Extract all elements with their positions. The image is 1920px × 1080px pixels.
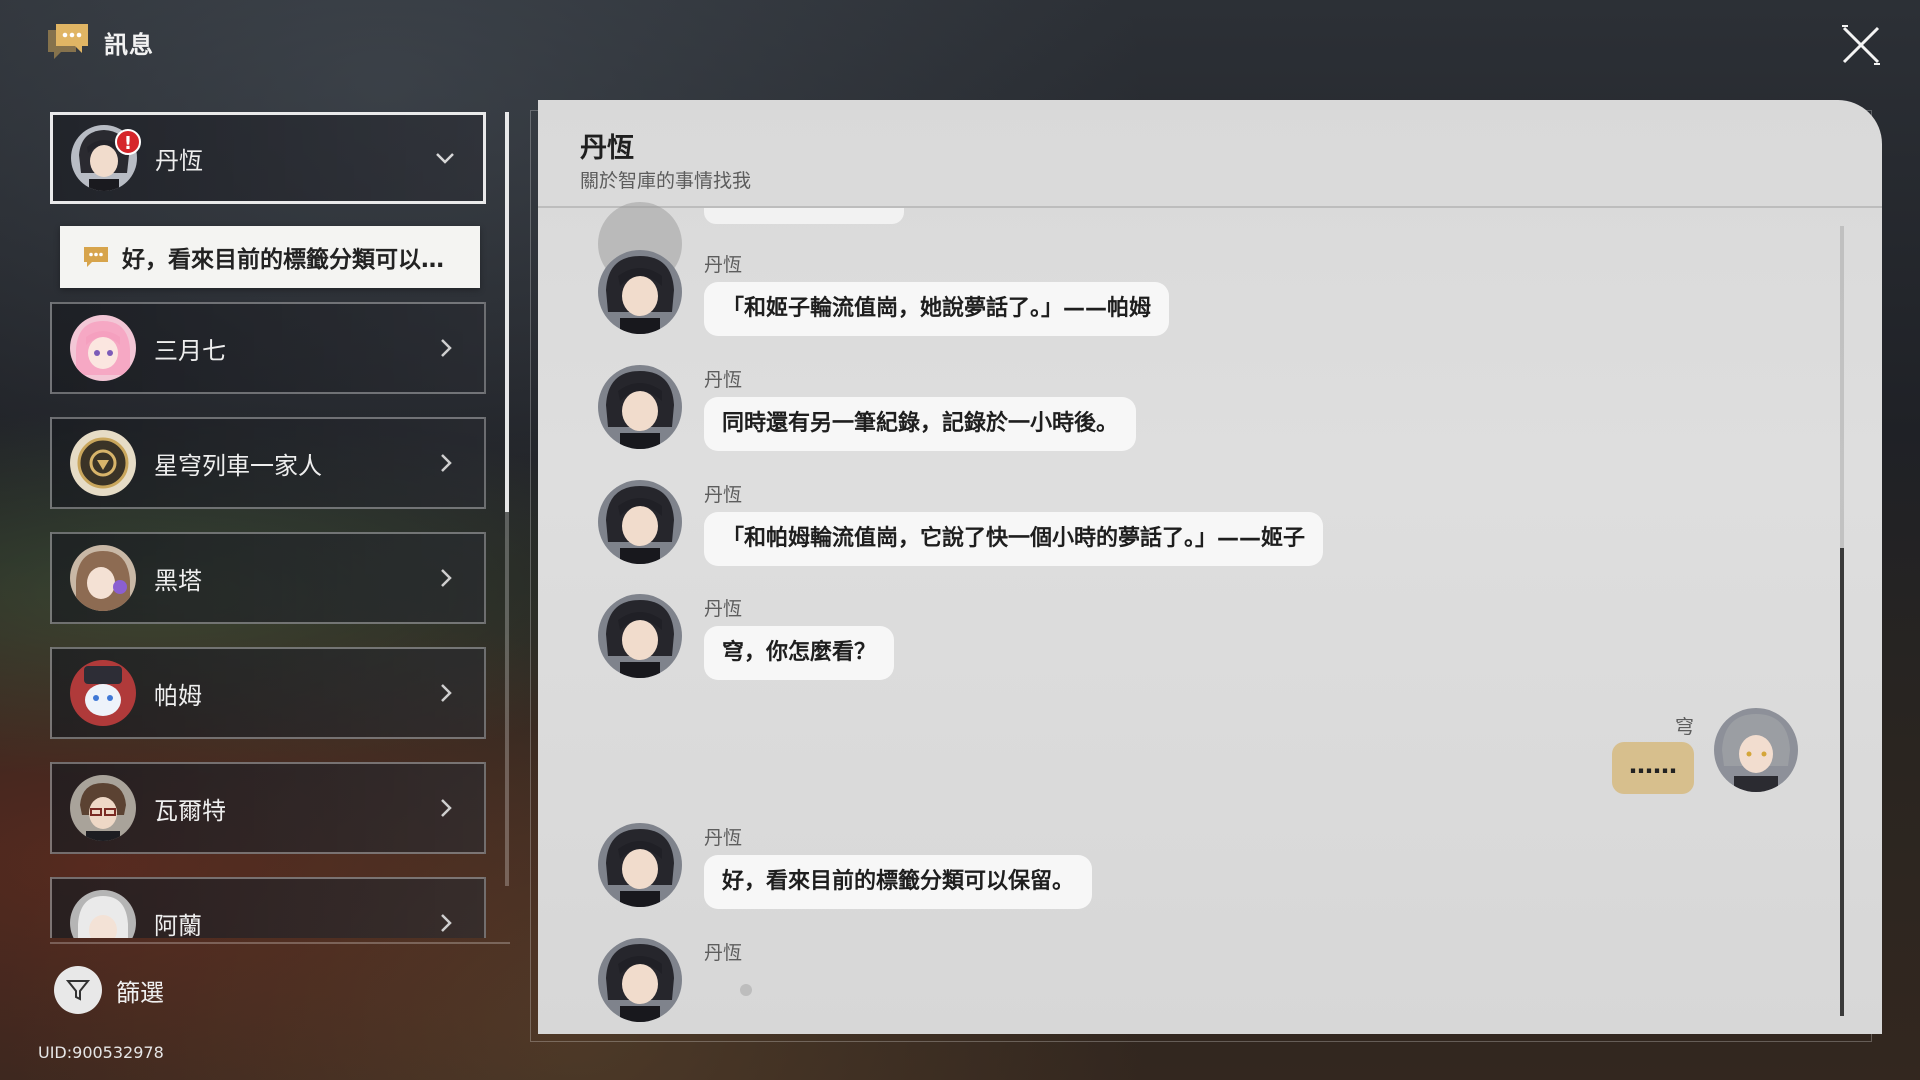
filter-button[interactable]: 篩選 <box>54 966 164 1014</box>
contact-name: 黑塔 <box>154 566 202 595</box>
contact-list[interactable]: ! 丹恆 好，看來目前的標籤分類可以… 三月七 星穹列車一家人 黑塔 帕姆 瓦爾… <box>50 112 490 938</box>
chat-bubble-icon <box>46 22 90 62</box>
chevron-right-icon <box>441 569 452 587</box>
sender-name: 丹恆 <box>704 369 743 391</box>
chevron-right-icon <box>441 684 452 702</box>
typing-indicator <box>740 984 752 996</box>
chat-panel[interactable]: 丹恆 關於智庫的事情找我 丹恆 「和姬子輪流值崗，她說夢話了。」——帕姆 丹恆 … <box>538 100 1882 1034</box>
avatar <box>598 250 682 334</box>
avatar <box>598 938 682 1022</box>
avatar <box>70 545 136 611</box>
contact-name: 星穹列車一家人 <box>154 451 322 480</box>
chevron-right-icon <box>441 454 452 472</box>
sender-name: 穹 <box>1674 716 1694 738</box>
messages-header: 訊息 <box>46 22 154 62</box>
sender-name: 丹恆 <box>704 827 743 849</box>
alert-badge: ! <box>115 129 141 155</box>
chevron-right-icon <box>441 799 452 817</box>
avatar <box>598 480 682 564</box>
close-button[interactable] <box>1840 24 1882 66</box>
filter-label: 篩選 <box>116 978 164 1007</box>
contact-name: 阿蘭 <box>154 911 202 939</box>
contact-item-march-7th[interactable]: 三月七 <box>50 302 486 394</box>
sender-name: 丹恆 <box>704 942 743 964</box>
message-bubble: 同時還有另一筆紀錄，記錄於一小時後。 <box>704 397 1137 451</box>
contact-name: 丹恆 <box>155 146 203 175</box>
message-bubble: 「和姬子輪流值崗，她說夢話了。」——帕姆 <box>704 282 1170 336</box>
self-message-row: 穹 …… <box>1598 708 1798 798</box>
contact-name: 瓦爾特 <box>154 796 226 825</box>
scrollbar-thumb[interactable] <box>505 112 509 512</box>
avatar <box>1714 708 1798 792</box>
chat-title: 丹恆 <box>580 133 634 164</box>
chevron-down-icon <box>436 153 454 164</box>
preview-text: 好，看來目前的標籤分類可以… <box>122 247 444 273</box>
latest-message-preview[interactable]: 好，看來目前的標籤分類可以… <box>60 226 480 288</box>
message-bubble-self: …… <box>1612 742 1694 794</box>
contact-item-herta[interactable]: 黑塔 <box>50 532 486 624</box>
contact-item-astral-express-group[interactable]: 星穹列車一家人 <box>50 417 486 509</box>
chat-subtitle: 關於智庫的事情找我 <box>580 170 752 192</box>
message-bubble: 穹，你怎麼看？ <box>704 626 895 680</box>
divider <box>50 942 510 944</box>
avatar <box>598 594 682 678</box>
avatar <box>70 890 136 938</box>
chat-header: 丹恆 關於智庫的事情找我 <box>538 100 1882 208</box>
contact-item-pom-pom[interactable]: 帕姆 <box>50 647 486 739</box>
funnel-icon[interactable] <box>54 966 102 1014</box>
contact-name: 三月七 <box>154 336 226 365</box>
avatar <box>598 365 682 449</box>
close-icon[interactable] <box>1840 24 1882 66</box>
chevron-right-icon <box>441 339 452 357</box>
uid-label: UID:900532978 <box>38 1043 164 1062</box>
contact-item-arlan[interactable]: 阿蘭 <box>50 877 486 938</box>
sender-name: 丹恆 <box>704 598 743 620</box>
chevron-right-icon <box>441 914 452 932</box>
avatar <box>70 315 136 381</box>
contact-item-dan-heng[interactable]: ! 丹恆 <box>50 112 486 204</box>
page-title: 訊息 <box>104 30 154 59</box>
chat-bubble-icon <box>84 247 108 267</box>
message-bubble: 「和帕姆輪流值崗，它說了快一個小時的夢話了。」——姬子 <box>704 512 1324 566</box>
sender-name: 丹恆 <box>704 484 743 506</box>
sender-name: 丹恆 <box>704 254 743 276</box>
message-bubble <box>704 208 904 224</box>
avatar <box>598 823 682 907</box>
contact-name: 帕姆 <box>154 681 202 710</box>
avatar <box>70 430 136 496</box>
contact-list-scrollbar[interactable] <box>505 112 509 886</box>
message-bubble: 好，看來目前的標籤分類可以保留。 <box>704 855 1093 909</box>
avatar <box>70 660 136 726</box>
avatar <box>70 775 136 841</box>
chat-scrollbar[interactable] <box>1840 226 1844 1016</box>
scrollbar-thumb[interactable] <box>1840 548 1844 1016</box>
contact-item-welt[interactable]: 瓦爾特 <box>50 762 486 854</box>
